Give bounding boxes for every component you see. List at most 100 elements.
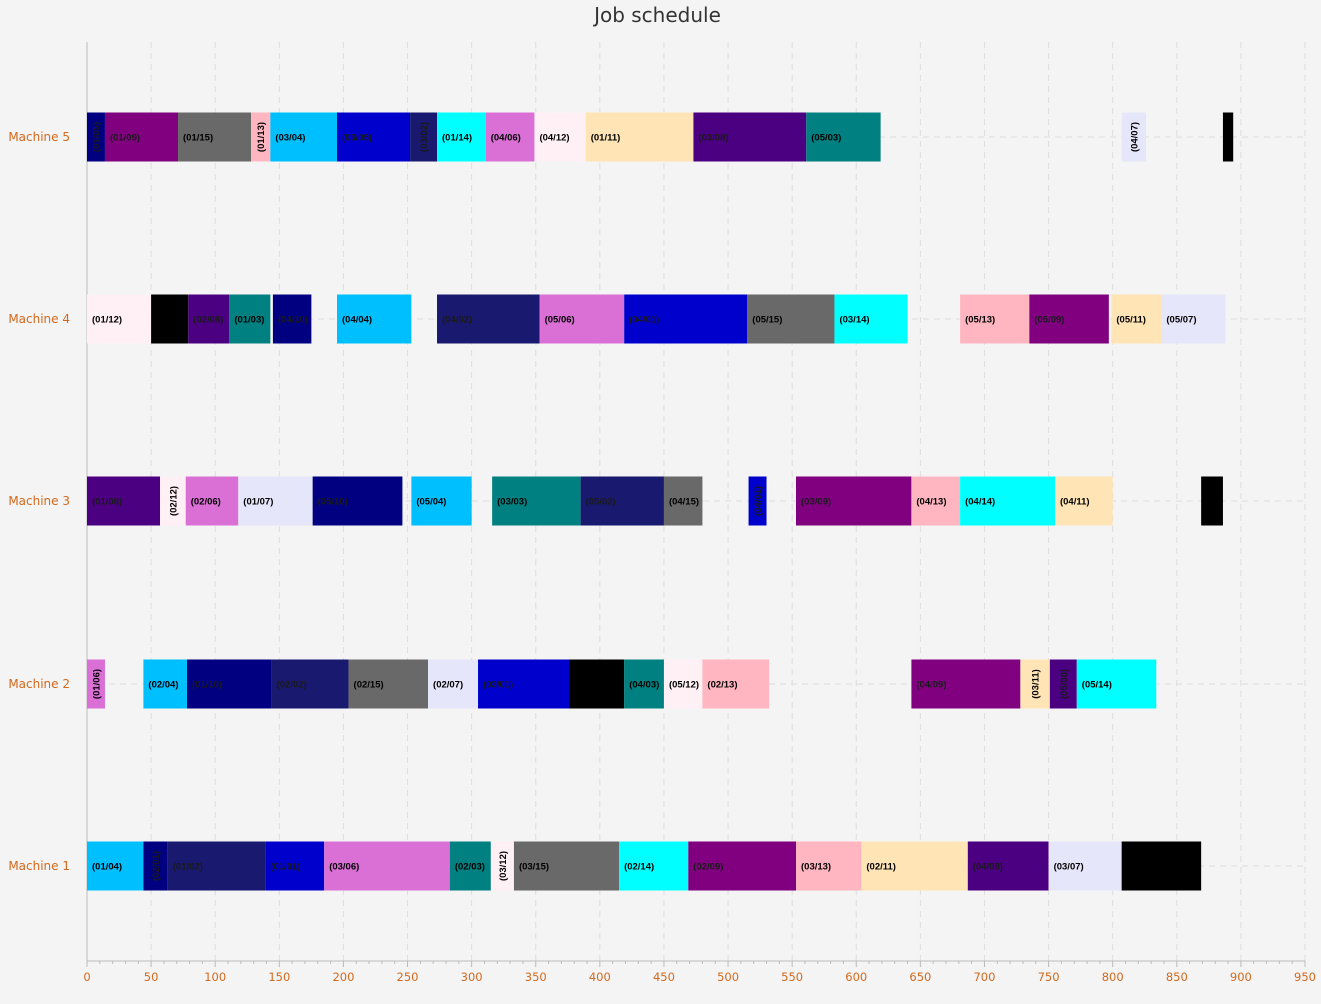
task-label: (02/01): [151, 851, 162, 881]
y-category-label: Machine 4: [8, 312, 70, 326]
task-label: (02/12): [168, 486, 179, 516]
x-tick-label: 150: [268, 970, 290, 984]
task-label: (02/02): [277, 680, 307, 691]
task-bar: [1121, 841, 1202, 891]
task-label: (03/09): [801, 497, 831, 508]
task-label: (03/12): [498, 851, 509, 881]
task-label: (03/05): [342, 133, 372, 144]
task-label: (04/06): [491, 133, 521, 144]
task-label: (03/08): [698, 133, 728, 144]
x-tick-label: 950: [1294, 970, 1316, 984]
task-label: (01/07): [243, 497, 273, 508]
x-tick-label: 400: [589, 970, 611, 984]
task-label: (04/08): [973, 862, 1003, 873]
task-label: (02/04): [148, 680, 178, 691]
task-label: (05/14): [1082, 680, 1112, 691]
task-label: (05/12): [669, 680, 699, 691]
task-label: (05/02): [586, 497, 616, 508]
task-label: (04/02): [442, 315, 472, 326]
y-category-label: Machine 3: [8, 494, 70, 508]
task-label: (01/15): [183, 133, 213, 144]
task-label: (04/11): [1060, 497, 1090, 508]
task-bar: [1201, 476, 1223, 526]
task-label: (03/03): [497, 497, 527, 508]
task-label: (01/13): [256, 122, 267, 152]
x-tick-label: 850: [1166, 970, 1188, 984]
task-label: (03/06): [329, 862, 359, 873]
task-label: (01/08): [92, 497, 122, 508]
task-label: (01/06): [91, 669, 102, 699]
task-label: (05/11): [1116, 315, 1146, 326]
task-label: (03/11): [1031, 669, 1042, 699]
x-tick-label: 700: [973, 970, 995, 984]
task-label: (02/13): [707, 680, 737, 691]
task-label: (01/09): [110, 133, 140, 144]
task-label: (04/09): [916, 680, 946, 691]
x-tick-label: 650: [909, 970, 931, 984]
task-label: (04/04): [342, 315, 372, 326]
task-label: (03/15): [519, 862, 549, 873]
task-bar: [1222, 112, 1234, 162]
task-label: (05/07): [1166, 315, 1196, 326]
task-label: (04/10): [278, 315, 308, 326]
task-label: (04/13): [916, 497, 946, 508]
task-label: (03/13): [801, 862, 831, 873]
gantt-chart: 0 50 100 150 200 250 300 350 400 450 500 550 600 650 7…: [8, 42, 1316, 984]
task-label: (01/01): [270, 862, 300, 873]
task-label: (02/06): [191, 497, 221, 508]
task-label: (03/04): [275, 133, 305, 144]
task-label: (01/14): [442, 133, 472, 144]
x-tick-label: 250: [397, 970, 419, 984]
task-label: (05/10): [318, 497, 348, 508]
x-tick-label: 600: [845, 970, 867, 984]
task-label: (04/14): [965, 497, 995, 508]
task-label: (01/05): [91, 122, 102, 152]
task-label: (01/10): [192, 680, 222, 691]
task-label: (05/06): [545, 315, 575, 326]
x-tick-label: 750: [1038, 970, 1060, 984]
x-tick-label: 350: [525, 970, 547, 984]
task-label: (03/07): [1054, 862, 1084, 873]
task-label: (04/03): [629, 680, 659, 691]
task-label: (05/04): [416, 497, 446, 508]
task-label: (01/11): [591, 133, 621, 144]
task-bar: [569, 659, 625, 709]
x-tick-label: 900: [1230, 970, 1252, 984]
x-tick-label: 200: [332, 970, 354, 984]
task-label: (01/03): [234, 315, 264, 326]
task-bar: [151, 294, 189, 344]
x-tick-label: 800: [1102, 970, 1124, 984]
x-tick-label: 50: [144, 970, 159, 984]
task-label: (01/02): [173, 862, 203, 873]
task-label: (02/08): [193, 315, 223, 326]
x-tick-label: 450: [653, 970, 675, 984]
task-label: (05/13): [965, 315, 995, 326]
task-label: (01/04): [92, 862, 122, 873]
task-label: (04/15): [669, 497, 699, 508]
task-label: (03/01): [483, 680, 513, 691]
task-label: (04/01): [629, 315, 659, 326]
y-category-label: Machine 2: [8, 677, 70, 691]
x-tick-label: 550: [781, 970, 803, 984]
task-label: (02/11): [866, 862, 896, 873]
task-label: (02/09): [693, 862, 723, 873]
x-tick-label: 300: [461, 970, 483, 984]
task-label: (05/03): [811, 133, 841, 144]
task-label: (04/07): [1129, 122, 1140, 152]
x-tick-label: 0: [83, 970, 90, 984]
x-tick-label: 500: [717, 970, 739, 984]
y-category-label: Machine 1: [8, 859, 70, 873]
task-label: (02/15): [354, 680, 384, 691]
task-label: (01/12): [92, 315, 122, 326]
task-label: (05/15): [752, 315, 782, 326]
task-label: (02/07): [433, 680, 463, 691]
x-tick-label: 100: [204, 970, 226, 984]
task-label: (05/08): [1059, 669, 1070, 699]
task-label: (04/12): [539, 133, 569, 144]
task-label: (02/03): [455, 862, 485, 873]
task-label: (03/14): [839, 315, 869, 326]
task-label: (03/02): [419, 122, 430, 152]
task-label: (02/14): [624, 862, 654, 873]
task-label: (04/01): [753, 486, 764, 516]
y-category-label: Machine 5: [8, 130, 70, 144]
